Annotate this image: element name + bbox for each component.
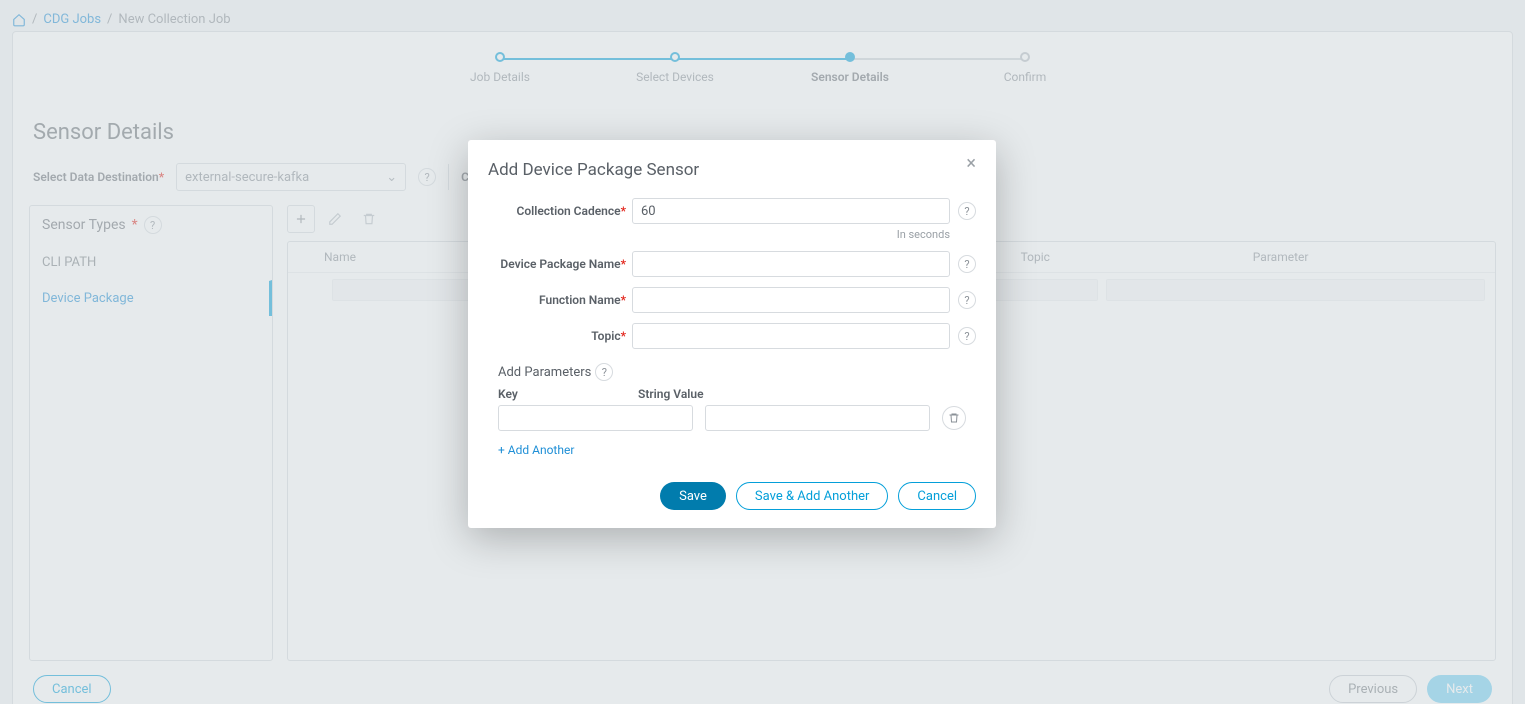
param-key-header: Key bbox=[498, 387, 626, 401]
help-icon[interactable]: ? bbox=[958, 255, 976, 273]
topic-input[interactable] bbox=[632, 323, 950, 349]
parameter-row bbox=[488, 405, 976, 431]
add-device-package-sensor-modal: × Add Device Package Sensor Collection C… bbox=[468, 140, 996, 528]
collection-cadence-input[interactable] bbox=[632, 198, 950, 224]
device-package-name-input[interactable] bbox=[632, 251, 950, 277]
save-button[interactable]: Save bbox=[660, 482, 726, 510]
cadence-hint: In seconds bbox=[488, 228, 950, 241]
param-value-input[interactable] bbox=[705, 405, 930, 431]
help-icon[interactable]: ? bbox=[958, 202, 976, 220]
param-key-input[interactable] bbox=[498, 405, 693, 431]
function-name-input[interactable] bbox=[632, 287, 950, 313]
modal-cancel-button[interactable]: Cancel bbox=[898, 482, 976, 510]
close-icon[interactable]: × bbox=[960, 154, 982, 174]
help-icon[interactable]: ? bbox=[595, 363, 613, 381]
param-value-header: String Value bbox=[638, 387, 704, 401]
help-icon[interactable]: ? bbox=[958, 291, 976, 309]
modal-title: Add Device Package Sensor bbox=[488, 160, 976, 180]
trash-icon[interactable] bbox=[942, 406, 966, 430]
add-parameters-label: Add Parameters ? bbox=[498, 363, 976, 381]
help-icon[interactable]: ? bbox=[958, 327, 976, 345]
save-add-another-button[interactable]: Save & Add Another bbox=[736, 482, 889, 510]
add-another-link[interactable]: + Add Another bbox=[498, 443, 574, 457]
